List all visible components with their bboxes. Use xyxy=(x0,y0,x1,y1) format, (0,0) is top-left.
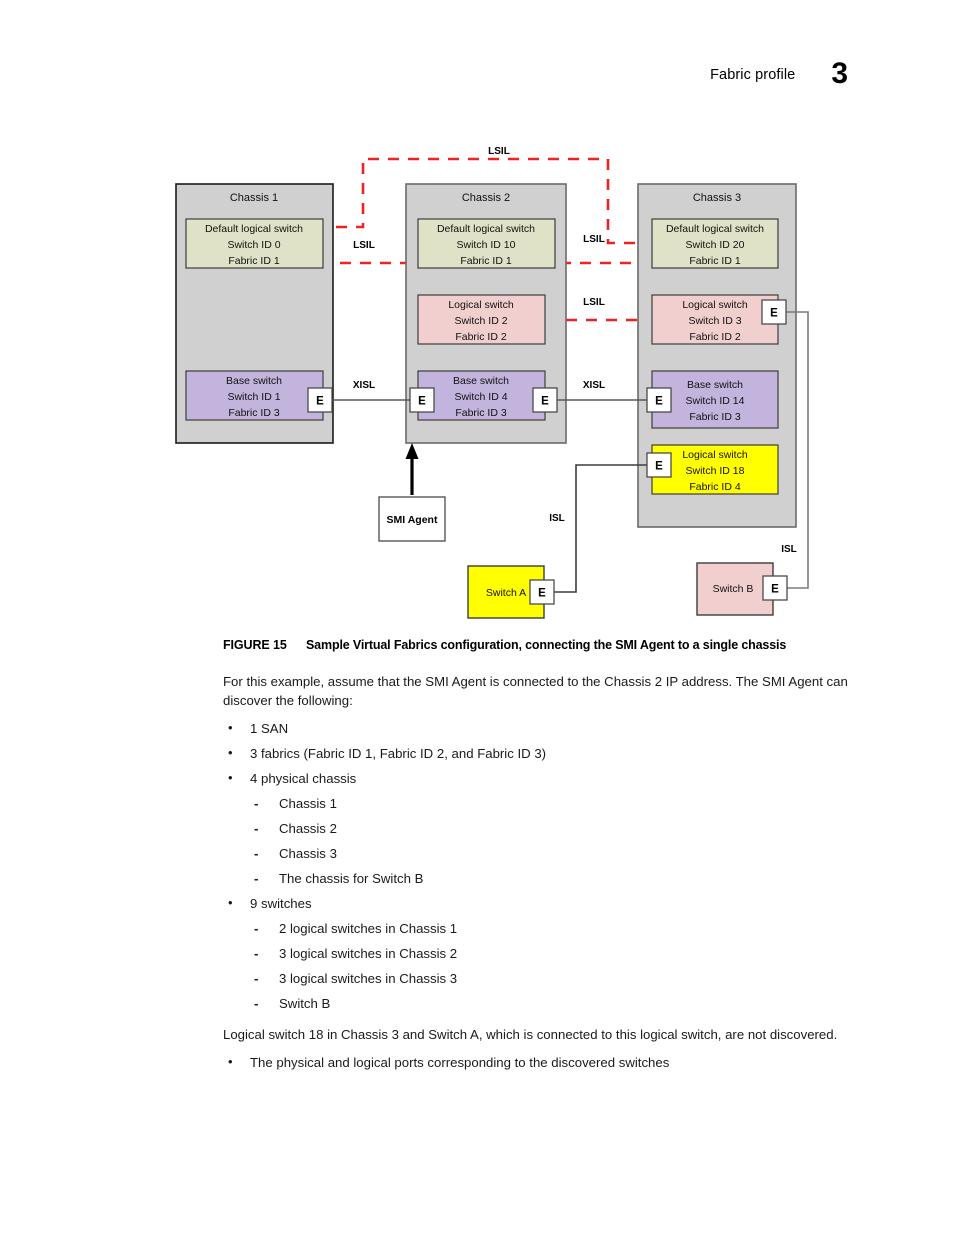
sub-list-item: 3 logical switches in Chassis 3 xyxy=(250,969,883,988)
chassis-2-label: Chassis 2 xyxy=(462,192,510,204)
list-item: 3 fabrics (Fabric ID 1, Fabric ID 2, and… xyxy=(223,743,883,763)
intro-paragraph: For this example, assume that the SMI Ag… xyxy=(223,674,848,708)
switch-id: Switch ID 1 xyxy=(227,391,280,403)
bullet-text: 4 physical chassis xyxy=(250,771,357,786)
switch-id: Switch ID 3 xyxy=(688,315,741,327)
lsil-label-logical: LSIL xyxy=(583,297,605,308)
switch-a-label: Switch A xyxy=(486,587,526,599)
chassis-2-switch-base: Base switch Switch ID 4 Fabric ID 3 xyxy=(417,370,546,421)
switch-id: Switch ID 14 xyxy=(686,395,745,407)
eport-chassis3-base: E xyxy=(646,387,672,413)
switch-id: Switch ID 10 xyxy=(457,239,516,251)
switch-name: Logical switch xyxy=(682,449,748,461)
fabric-id: Fabric ID 1 xyxy=(460,255,512,267)
switch-name: Base switch xyxy=(453,375,509,387)
fabric-id: Fabric ID 3 xyxy=(689,411,741,423)
switch-name: Default logical switch xyxy=(205,223,303,235)
switch-name: Logical switch xyxy=(682,299,748,311)
list-item: The physical and logical ports correspon… xyxy=(223,1052,883,1072)
sub-list: Chassis 1 Chassis 2 Chassis 3 The chassi… xyxy=(250,794,883,888)
eport-label: E xyxy=(541,396,549,408)
list-item: 1 SAN xyxy=(223,718,883,738)
sub-list-item: The chassis for Switch B xyxy=(250,869,883,888)
eport-label: E xyxy=(771,584,779,596)
sub-list-item: Switch B xyxy=(250,994,883,1013)
fabric-id: Fabric ID 1 xyxy=(689,255,741,267)
switch-name: Default logical switch xyxy=(666,223,764,235)
lsil-label-mid-left: LSIL xyxy=(353,240,375,251)
switch-id: Switch ID 20 xyxy=(686,239,745,251)
list-item: 9 switches 2 logical switches in Chassis… xyxy=(223,893,883,1013)
switch-id: Switch ID 0 xyxy=(227,239,280,251)
figure-caption: FIGURE 15 Sample Virtual Fabrics configu… xyxy=(223,638,923,652)
figure-number: FIGURE 15 xyxy=(223,638,287,652)
eport-label: E xyxy=(418,396,426,408)
chassis-2-switch-logical: Logical switch Switch ID 2 Fabric ID 2 xyxy=(417,294,546,345)
lsil-label-mid-right: LSIL xyxy=(583,234,605,245)
xisl-label-left: XISL xyxy=(353,380,375,391)
xisl-label-right: XISL xyxy=(583,380,605,391)
fabric-id: Fabric ID 3 xyxy=(228,407,280,419)
chassis-1-switch-base: Base switch Switch ID 1 Fabric ID 3 xyxy=(185,370,324,421)
bullet-text: 9 switches xyxy=(250,896,312,911)
sub-list-item: Chassis 3 xyxy=(250,844,883,863)
chassis-3-switch-default: Default logical switch Switch ID 20 Fabr… xyxy=(651,218,779,269)
smi-agent-box: SMI Agent xyxy=(378,496,446,542)
switch-id: Switch ID 4 xyxy=(454,391,507,403)
discovery-list-after: The physical and logical ports correspon… xyxy=(223,1052,883,1072)
eport-label: E xyxy=(770,308,778,320)
note-paragraph: Logical switch 18 in Chassis 3 and Switc… xyxy=(223,1027,838,1042)
discovery-list: 1 SAN 3 fabrics (Fabric ID 1, Fabric ID … xyxy=(223,718,883,1013)
eport-chassis2-base-right: E xyxy=(532,387,558,413)
chassis-3-switch-logical-3: Logical switch Switch ID 3 Fabric ID 2 xyxy=(651,294,779,345)
eport-chassis1-base: E xyxy=(307,387,333,413)
isl-link-switch-a xyxy=(553,464,648,593)
eport-label: E xyxy=(655,461,663,473)
bullet-text: 3 fabrics (Fabric ID 1, Fabric ID 2, and… xyxy=(250,746,547,761)
sub-list-item: Chassis 2 xyxy=(250,819,883,838)
figure-title: Sample Virtual Fabrics configuration, co… xyxy=(306,638,787,652)
lsil-label-top: LSIL xyxy=(488,146,510,157)
switch-name: Logical switch xyxy=(448,299,514,311)
eport-label: E xyxy=(655,396,663,408)
eport-chassis3-logical-3: E xyxy=(761,299,787,325)
switch-name: Base switch xyxy=(687,379,743,391)
fabric-id: Fabric ID 4 xyxy=(689,481,741,493)
bullet-text: The physical and logical ports correspon… xyxy=(250,1055,670,1070)
eport-chassis3-logical-18: E xyxy=(646,452,672,478)
chassis-2-switch-default: Default logical switch Switch ID 10 Fabr… xyxy=(417,218,556,269)
switch-id: Switch ID 18 xyxy=(686,465,745,477)
eport-switch-b: E xyxy=(762,575,788,601)
switch-b-label: Switch B xyxy=(713,583,754,595)
fabric-id: Fabric ID 3 xyxy=(455,407,507,419)
sub-list-item: 2 logical switches in Chassis 1 xyxy=(250,919,883,938)
chassis-3-label: Chassis 3 xyxy=(693,192,741,204)
smi-agent-arrow xyxy=(405,443,419,495)
sub-list-item: 3 logical switches in Chassis 2 xyxy=(250,944,883,963)
isl-label-switch-a: ISL xyxy=(549,513,565,524)
chassis-1-label: Chassis 1 xyxy=(230,192,278,204)
eport-label: E xyxy=(538,588,546,600)
eport-chassis2-base-left: E xyxy=(409,387,435,413)
switch-id: Switch ID 2 xyxy=(454,315,507,327)
body-content: For this example, assume that the SMI Ag… xyxy=(223,672,883,1078)
switch-name: Base switch xyxy=(226,375,282,387)
list-item: 4 physical chassis Chassis 1 Chassis 2 C… xyxy=(223,768,883,888)
switch-b-group: Switch B xyxy=(696,562,774,616)
smi-agent-label: SMI Agent xyxy=(387,514,438,526)
sub-list: 2 logical switches in Chassis 1 3 logica… xyxy=(250,919,883,1013)
fabric-id: Fabric ID 2 xyxy=(455,331,507,343)
sub-list-item: Chassis 1 xyxy=(250,794,883,813)
isl-label-switch-b: ISL xyxy=(781,544,797,555)
fabric-id: Fabric ID 2 xyxy=(689,331,741,343)
network-diagram-figure: Chassis 1 Default logical switch Switch … xyxy=(0,0,954,630)
fabric-id: Fabric ID 1 xyxy=(228,255,280,267)
eport-label: E xyxy=(316,396,324,408)
eport-switch-a: E xyxy=(529,579,555,605)
switch-name: Default logical switch xyxy=(437,223,535,235)
chassis-1-switch-default: Default logical switch Switch ID 0 Fabri… xyxy=(185,218,324,269)
bullet-text: 1 SAN xyxy=(250,721,289,736)
